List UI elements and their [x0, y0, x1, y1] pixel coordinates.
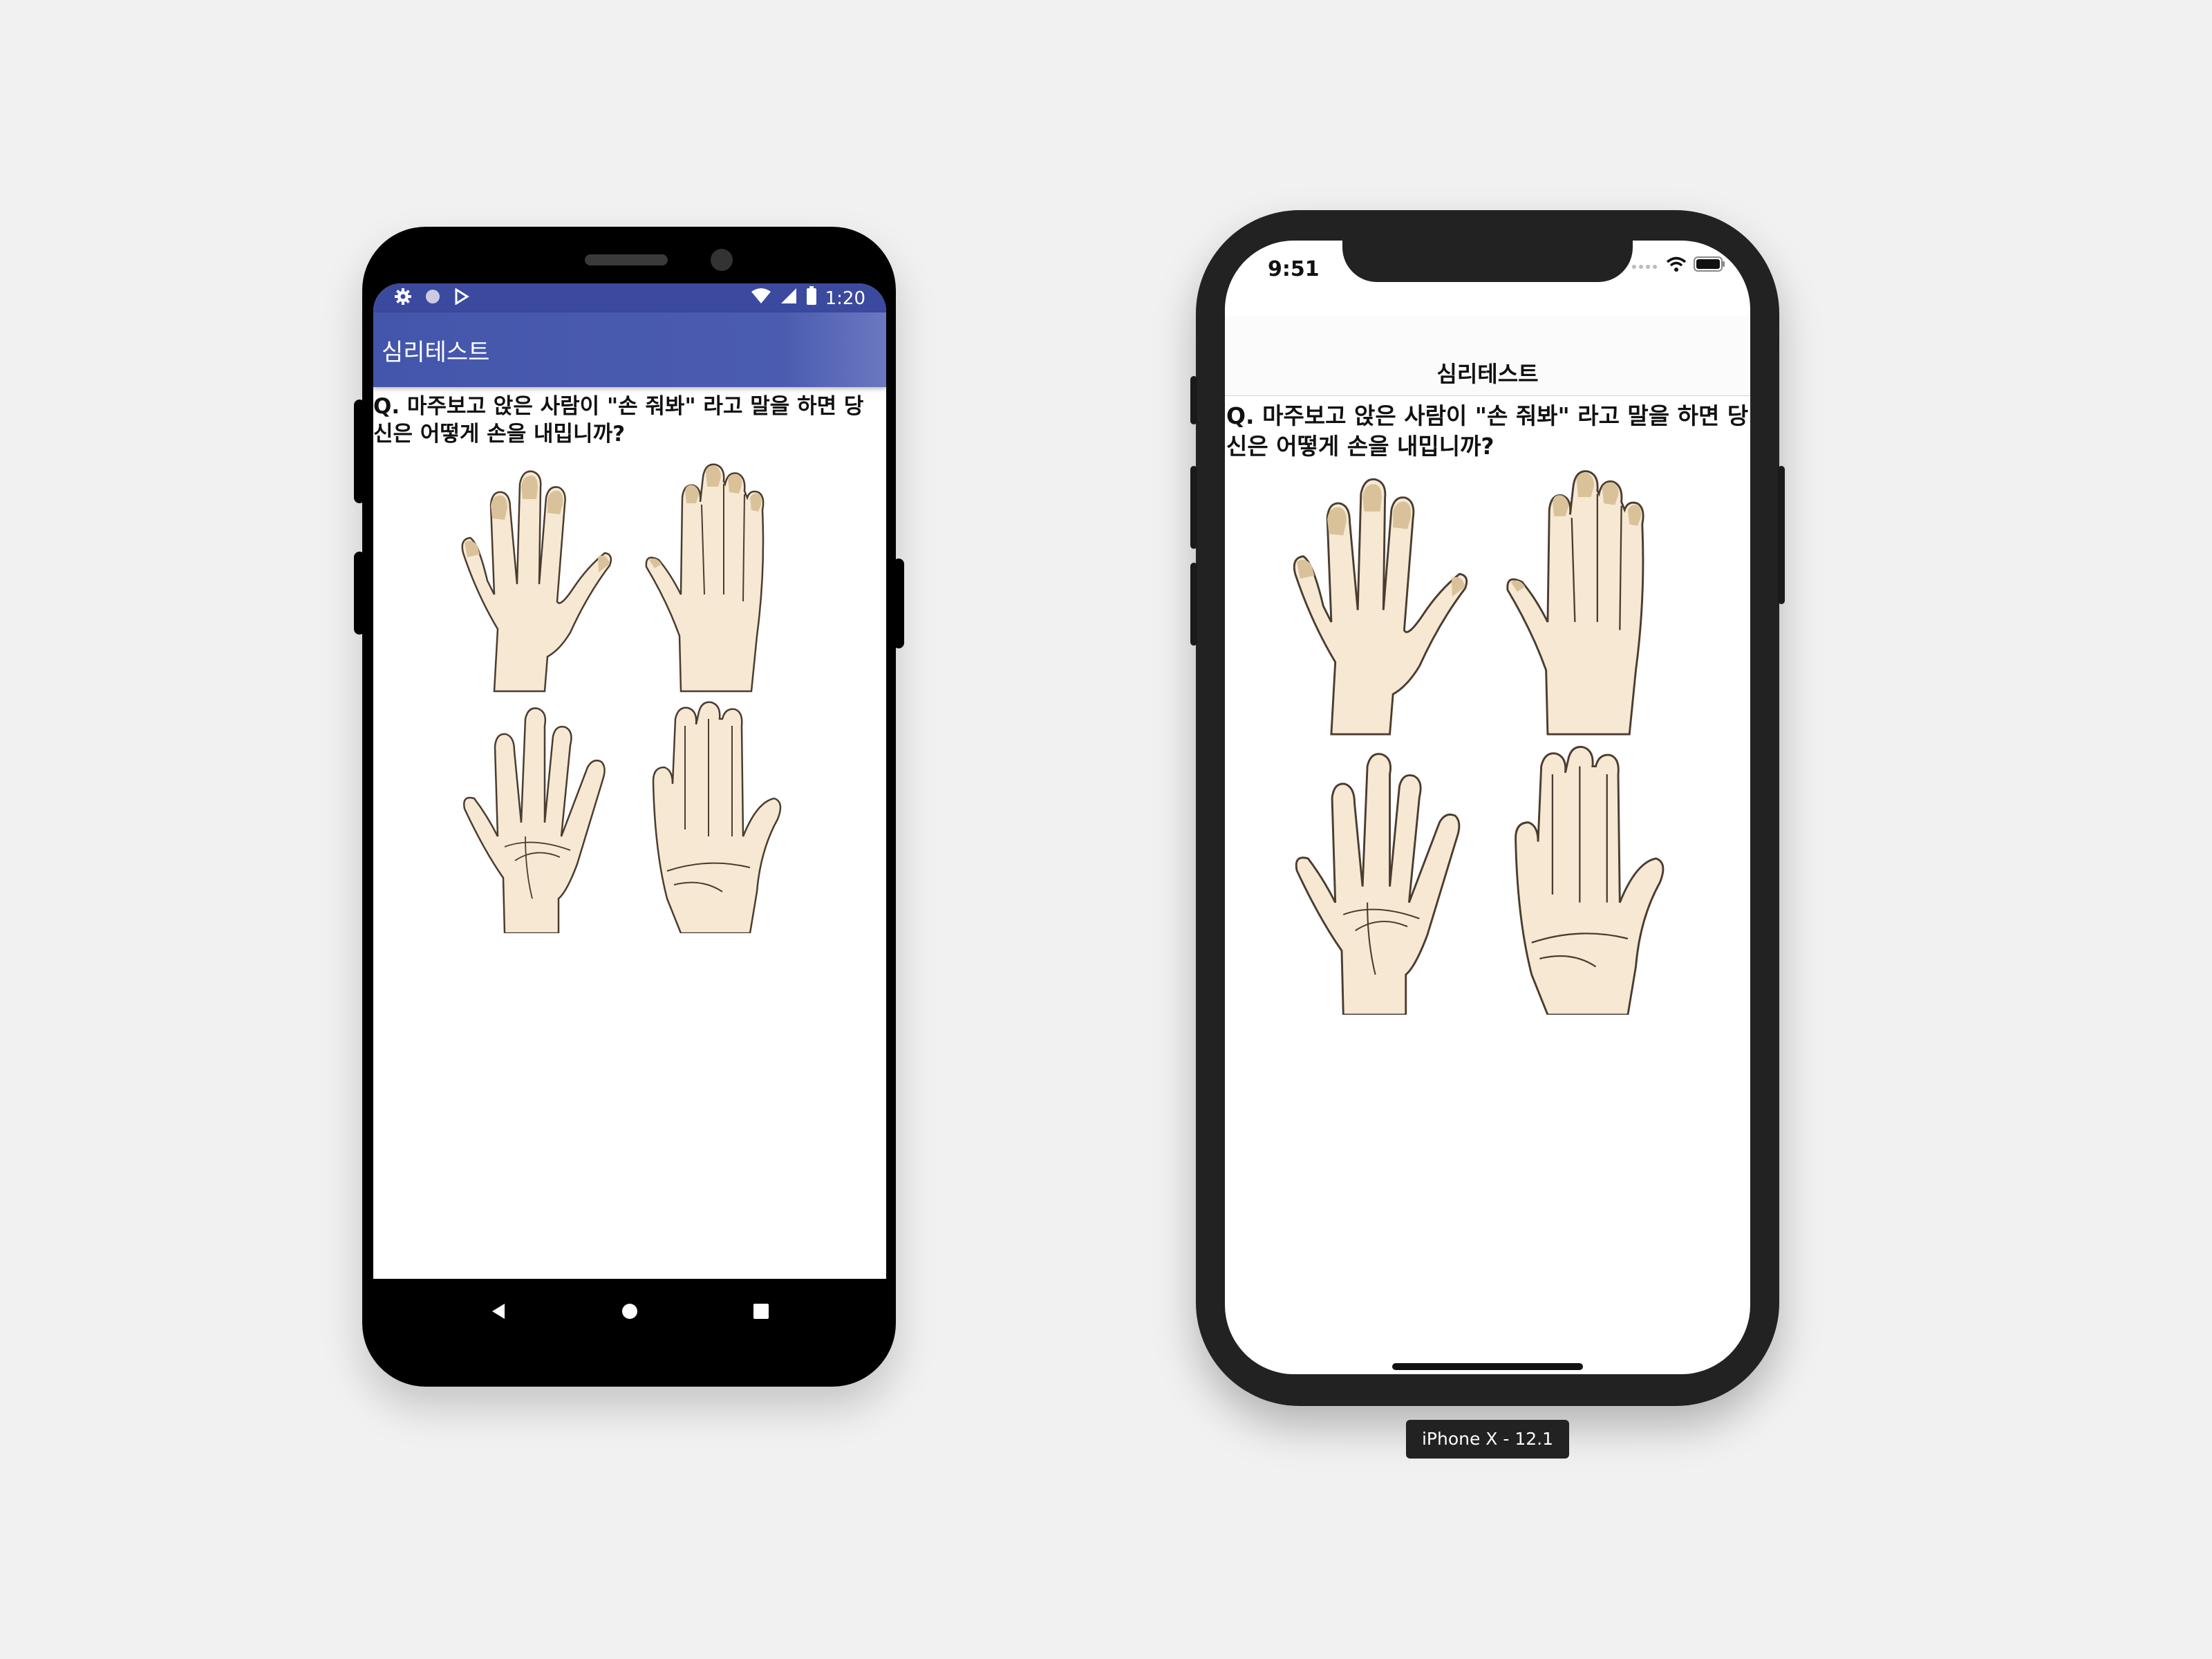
iphone-volume-down [1190, 563, 1197, 646]
settings-icon [394, 288, 412, 310]
circle-icon [424, 288, 441, 310]
iphone-nav-title: 심리테스트 [1436, 361, 1539, 387]
android-hands-image[interactable] [456, 456, 802, 935]
android-volume-button [354, 400, 365, 503]
iphone-navigation-bar: 심리테스트 [1225, 317, 1750, 396]
android-status-bar: 1:20 [373, 283, 886, 312]
android-power-button [893, 559, 904, 648]
iphone-hands-image[interactable] [1280, 462, 1695, 1016]
wifi-icon [1666, 256, 1687, 275]
android-screen: 1:20 심리테스트 Q. 마주보고 앉은 사람이 "손 줘봐" 라고 말을 하… [373, 283, 886, 1279]
iphone-side-button [1778, 466, 1785, 604]
android-status-time: 1:20 [825, 288, 865, 309]
signal-icon [780, 287, 798, 310]
iphone-status-time: 9:51 [1268, 257, 1320, 281]
iphone-volume-up [1190, 466, 1197, 549]
iphone-screen: 9:51 심리테스트 Q. 마주보고 앉은 사람이 "손 줘봐" 라고 말을 하… [1225, 241, 1750, 1374]
android-app-bar: 심리테스트 [373, 312, 886, 387]
wifi-icon [751, 287, 771, 310]
android-question-text: Q. 마주보고 앉은 사람이 "손 줘봐" 라고 말을 하면 당신은 어떻게 손… [373, 394, 864, 447]
play-store-icon [453, 288, 470, 310]
android-app-title: 심리테스트 [382, 339, 490, 366]
iphone-status-icons [1631, 256, 1725, 275]
android-device: 1:20 심리테스트 Q. 마주보고 앉은 사람이 "손 줘봐" 라고 말을 하… [354, 227, 904, 1387]
android-bixby-button [354, 552, 365, 635]
device-label: iPhone X - 12.1 [1406, 1420, 1569, 1459]
iphone-mute-switch [1190, 376, 1197, 424]
recents-icon[interactable] [744, 1294, 778, 1329]
iphone-home-indicator[interactable] [1392, 1363, 1583, 1370]
cellular-dots-icon [1631, 259, 1659, 272]
android-navigation-bar [373, 1279, 886, 1369]
iphone-device: 9:51 심리테스트 Q. 마주보고 앉은 사람이 "손 줘봐" 라고 말을 하… [1190, 210, 1785, 1406]
android-speaker [585, 254, 668, 265]
battery-icon [1694, 256, 1725, 274]
iphone-question-text: Q. 마주보고 앉은 사람이 "손 줘봐" 라고 말을 하면 당신은 어떻게 손… [1226, 402, 1749, 460]
android-camera [711, 249, 733, 271]
iphone-notch [1342, 241, 1633, 282]
back-icon[interactable] [481, 1294, 516, 1329]
home-icon[interactable] [612, 1294, 647, 1329]
battery-icon [806, 286, 817, 310]
